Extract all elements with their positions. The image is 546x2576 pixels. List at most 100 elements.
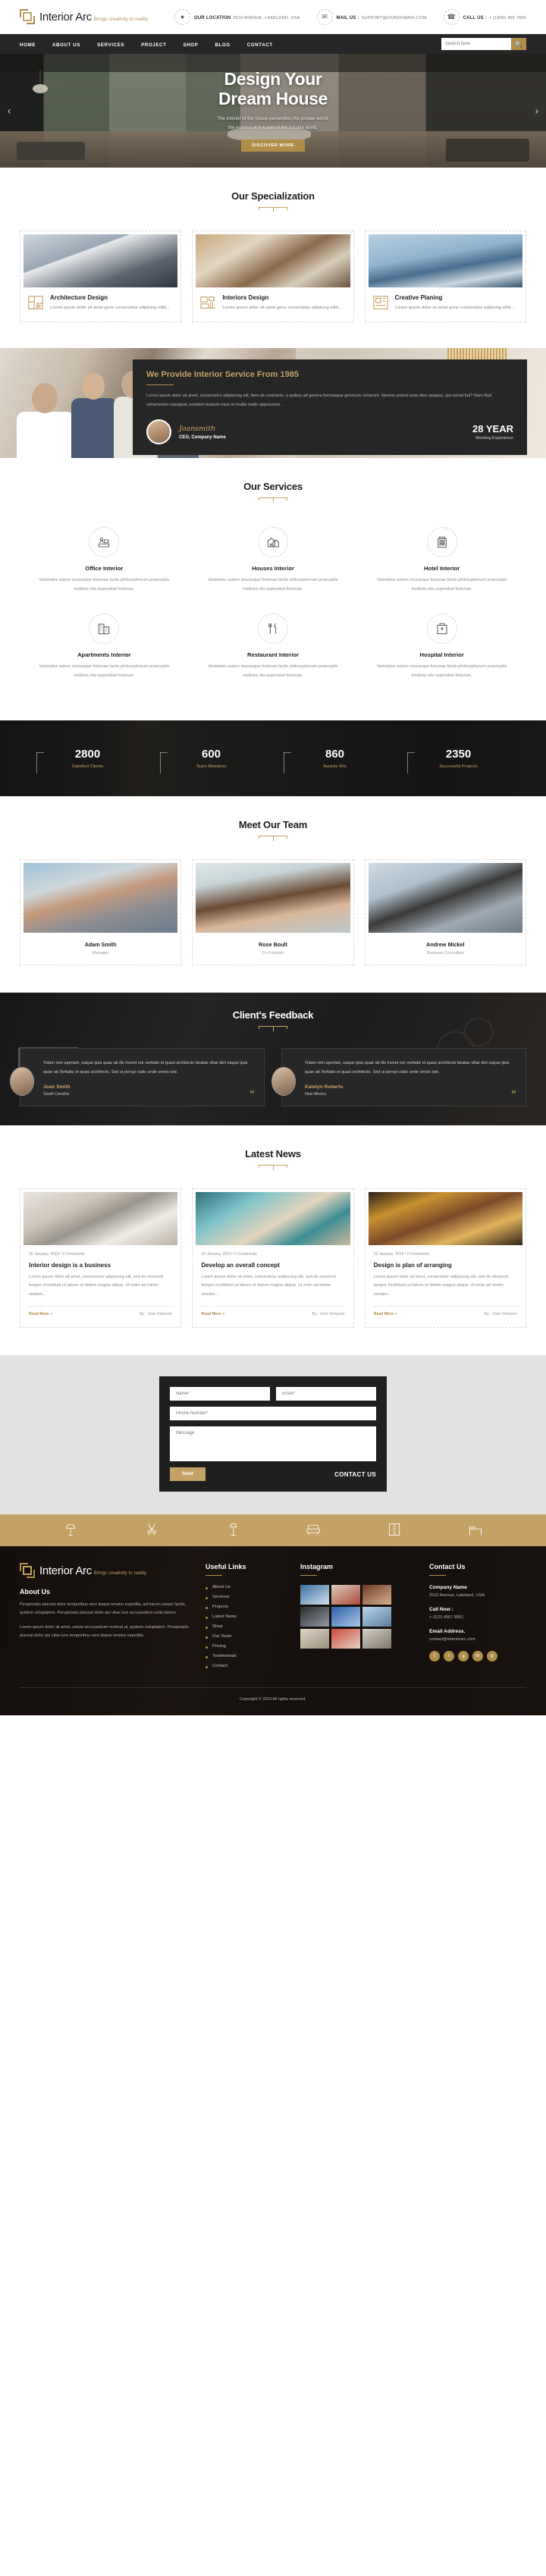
ceo-role: CEO, Company Name (179, 435, 226, 440)
footer-about-column: Interior Arc Brings creativity to realit… (20, 1563, 190, 1674)
read-more-link[interactable]: Read More » (374, 1312, 397, 1316)
email-value[interactable]: contact@interiorarc.com (429, 1637, 526, 1642)
client-avatar (10, 1066, 34, 1096)
pinterest-icon[interactable]: p (487, 1651, 497, 1662)
service-item[interactable]: Restaurant Interior Varietates autem ini… (189, 606, 358, 692)
top-info-value: 2510 AVENUE, LAKELAND, USA (233, 15, 300, 20)
footer-link[interactable]: Projects (206, 1605, 285, 1610)
footer-link[interactable]: Contact (206, 1664, 285, 1669)
service-item[interactable]: Houses Interior Varietates autem iniuras… (189, 519, 358, 606)
instagram-thumb[interactable] (300, 1607, 329, 1627)
nav-link[interactable]: PROJECT (141, 42, 166, 48)
instagram-thumb[interactable] (300, 1585, 329, 1605)
site-logo[interactable]: Interior Arc Brings creativity to realit… (20, 9, 148, 24)
instagram-thumb[interactable] (300, 1629, 329, 1649)
about-service-title: We Provide Interior Service From 1985 (146, 370, 513, 379)
top-info-value: + (1800) 456 7890 (488, 15, 526, 20)
footer-link[interactable]: Our Team (206, 1634, 285, 1639)
instagram-thumb[interactable] (331, 1629, 360, 1649)
service-item[interactable]: Hospital Interior Varietates autem iniur… (357, 606, 526, 692)
news-card[interactable]: 10 January, 2019 / 0 Comments Develop an… (192, 1188, 354, 1329)
footer-instagram-column: Instagram (300, 1563, 414, 1674)
footer-link[interactable]: Testimonials (206, 1654, 285, 1659)
contact-section: Send CONTACT US (0, 1355, 546, 1515)
news-title: Develop an overall concept (201, 1261, 280, 1269)
nav-link[interactable]: SERVICES (97, 42, 124, 48)
call-number[interactable]: + 0123 4567 8901 (429, 1615, 526, 1620)
hospital-icon (426, 613, 457, 645)
instagram-thumb[interactable] (362, 1607, 391, 1627)
nav-link[interactable]: HOME (20, 42, 36, 48)
counter-item: 2800 Satisfied Clients (26, 748, 149, 773)
nav-link[interactable]: CONTACT (247, 42, 273, 48)
google-plus-icon[interactable]: g (458, 1651, 469, 1662)
linkedin-icon[interactable]: in (472, 1651, 483, 1662)
nav-item-home[interactable]: HOME (20, 40, 36, 49)
hero-subtitle: The interior of the house personifies th… (217, 115, 329, 133)
footer-link[interactable]: Services (206, 1595, 285, 1600)
email-field[interactable] (276, 1387, 376, 1401)
top-info-call[interactable]: ☎ CALL US : + (1800) 456 7890 (443, 8, 526, 25)
nav-item-shop[interactable]: SHOP (184, 40, 199, 49)
specialization-card[interactable]: Architecture Design Lorem ipsum dolor si… (20, 231, 182, 322)
send-button[interactable]: Send (170, 1467, 206, 1482)
nav-item-services[interactable]: SERVICES (97, 40, 124, 49)
name-field[interactable] (170, 1387, 270, 1401)
logo-mark-icon (20, 9, 35, 24)
service-text: Varietates autem iniurasque fortunae fac… (39, 577, 170, 591)
team-member-card[interactable]: Andrew Mickel Business Consultant (364, 858, 526, 965)
instagram-thumb[interactable] (331, 1585, 360, 1605)
chevron-left-icon[interactable]: ‹ (8, 105, 11, 117)
service-item[interactable]: Apartments Interior Varietates autem ini… (20, 606, 189, 692)
footer-link[interactable]: Pricing (206, 1644, 285, 1649)
footer-contact-column: Contact Us Company Name 2510 Avenue, Lak… (429, 1563, 526, 1674)
nav-link[interactable]: SHOP (184, 42, 199, 48)
instagram-thumb[interactable] (331, 1607, 360, 1627)
service-title: Houses Interior (252, 564, 294, 572)
news-card[interactable]: 10 January, 2019 / 3 Comments Interior d… (20, 1188, 182, 1329)
team-member-card[interactable]: Adam Smith Manager (20, 858, 182, 965)
team-member-card[interactable]: Rose Boult Co-Founder (192, 858, 354, 965)
facebook-icon[interactable]: f (429, 1651, 440, 1662)
search-button[interactable]: 🔍 (511, 38, 526, 50)
service-item[interactable]: Office Interior Varietates autem iniuras… (20, 519, 189, 606)
instagram-thumb[interactable] (362, 1585, 391, 1605)
nav-item-blog[interactable]: BLOG (215, 40, 230, 49)
top-info-mail[interactable]: ✉ MAIL US : SUPPORT@OURDOMAIN.COM (316, 8, 427, 25)
nav-item-about-us[interactable]: ABOUT US (52, 40, 80, 49)
service-title: Hospital Interior (419, 651, 464, 659)
experience-years: 28 YEAR (472, 423, 513, 435)
specialization-card[interactable]: Creative Planing Lorem ipsum dolor sit a… (364, 231, 526, 322)
footer-link[interactable]: About Us (206, 1585, 285, 1590)
nav-link[interactable]: BLOG (215, 42, 230, 48)
specialization-card[interactable]: Interiors Design Lorem ipsum dolor sit a… (192, 231, 354, 322)
contact-us-heading: CONTACT US (334, 1470, 376, 1478)
nav-item-project[interactable]: PROJECT (141, 40, 166, 49)
footer-logo[interactable]: Interior Arc Brings creativity to realit… (20, 1563, 190, 1579)
twitter-icon[interactable]: t (444, 1651, 454, 1662)
top-info-location[interactable]: ● OUR LOCATION 2510 AVENUE, LAKELAND, US… (174, 8, 300, 25)
top-bar: Interior Arc Brings creativity to realit… (0, 0, 546, 34)
news-card[interactable]: 10 January, 2019 / 0 Comments Design is … (364, 1188, 526, 1329)
team-grid: Adam Smith Manager Rose Boult Co-Founder… (20, 858, 526, 965)
footer-links-heading: Useful Links (206, 1563, 285, 1577)
search-input[interactable] (441, 38, 511, 50)
footer-links-list: About Us Services Projects Latest News S… (206, 1585, 285, 1669)
chevron-right-icon[interactable]: › (535, 105, 538, 117)
nav-link[interactable]: ABOUT US (52, 42, 80, 48)
phone-field[interactable] (170, 1407, 376, 1421)
message-field[interactable] (170, 1426, 376, 1462)
search-box: 🔍 (441, 38, 526, 50)
service-item[interactable]: Hotel Interior Varietates autem iniurasq… (357, 519, 526, 606)
counter-label: Satisfied Clients (71, 764, 104, 769)
counter-section: 2800 Satisfied Clients 600 Team Members … (0, 720, 546, 796)
footer-link[interactable]: Latest News (206, 1614, 285, 1620)
news-text: Lorem ipsum dolor sit amet, consectetur … (201, 1274, 336, 1297)
read-more-link[interactable]: Read More » (29, 1312, 52, 1316)
instagram-thumb[interactable] (362, 1629, 391, 1649)
discover-more-button[interactable]: DISCOVER MORE (241, 139, 305, 152)
nav-item-contact[interactable]: CONTACT (247, 40, 273, 49)
card-image (196, 234, 350, 287)
footer-link[interactable]: Shop (206, 1624, 285, 1630)
read-more-link[interactable]: Read More » (201, 1312, 224, 1316)
